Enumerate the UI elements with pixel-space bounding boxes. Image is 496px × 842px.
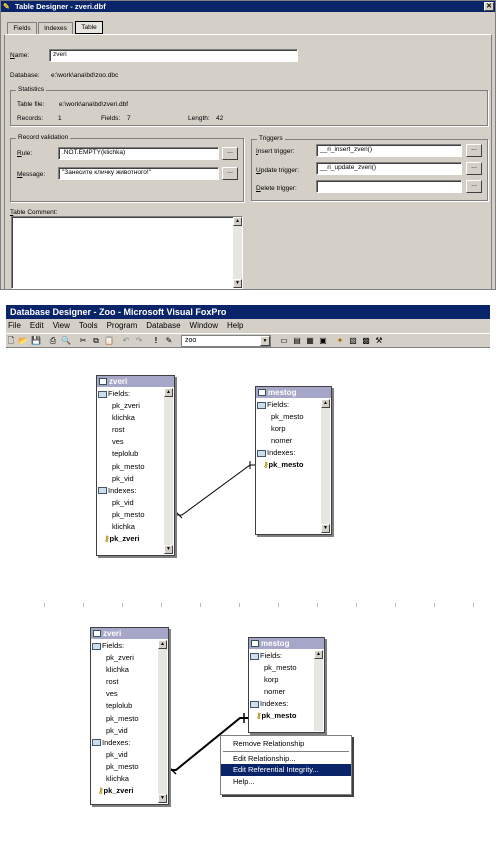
zveri-fields-label: Fields: — [102, 641, 125, 650]
mestog-table-rows: Fields: pk_mesto korp nomer Indexes: ⚷pk… — [250, 650, 313, 723]
mestog-indexes-label: Indexes: — [260, 699, 289, 709]
fields-icon — [250, 652, 259, 660]
list-item[interactable]: ves — [92, 688, 157, 700]
indexes-icon — [92, 739, 101, 747]
list-item[interactable]: klichka — [92, 664, 157, 676]
list-item[interactable]: klichka — [92, 773, 157, 785]
list-item[interactable]: pk_mesto — [92, 713, 157, 725]
zveri-table[interactable]: zveri Fields: pk_zveri klichka rost ves … — [90, 627, 169, 805]
primary-key-item[interactable]: ⚷pk_zveri — [92, 785, 157, 797]
zveri-table-name: zveri — [103, 629, 122, 638]
list-item[interactable]: nomer — [250, 686, 313, 698]
edit-relationship-item[interactable]: Edit Relationship... — [221, 753, 351, 765]
mestog-primary-key: pk_mesto — [261, 711, 297, 721]
scroll-up-icon[interactable]: ▲ — [158, 640, 167, 649]
mestog-fields-label: Fields: — [260, 651, 283, 660]
fields-icon — [92, 642, 101, 650]
mestog-table-header[interactable]: mestog — [249, 638, 324, 649]
scroll-up-icon[interactable]: ▲ — [314, 650, 323, 659]
table-icon — [93, 630, 101, 637]
menu-separator — [223, 750, 349, 752]
remove-relationship-item[interactable]: Remove Relationship — [221, 738, 351, 750]
list-item[interactable]: pk_vid — [92, 725, 157, 737]
mestog-scrollbar[interactable]: ▲ — [314, 650, 323, 731]
help-item[interactable]: Help... — [221, 776, 351, 788]
edit-referential-integrity-item[interactable]: Edit Referential Integrity... — [221, 764, 351, 776]
scroll-down-icon[interactable]: ▼ — [158, 794, 167, 803]
mestog-indexes-header: Indexes: — [250, 698, 313, 710]
zveri-primary-key: pk_zveri — [103, 786, 134, 796]
mestog-table[interactable]: mestog Fields: pk_mesto korp nomer Index… — [248, 637, 325, 733]
context-menu: Remove Relationship Edit Relationship...… — [220, 735, 352, 795]
list-item[interactable]: teplolub — [92, 700, 157, 712]
mestog-fields-header: Fields: — [250, 650, 313, 662]
list-item[interactable]: pk_mesto — [250, 662, 313, 674]
zveri-table-rows: Fields: pk_zveri klichka rost ves teplol… — [92, 640, 157, 797]
zveri-indexes-label: Indexes: — [102, 737, 131, 747]
zveri-indexes-header: Indexes: — [92, 737, 157, 749]
mestog-table-name: mestog — [261, 639, 290, 648]
list-item[interactable]: pk_mesto — [92, 761, 157, 773]
table-icon — [251, 640, 259, 647]
zveri-scrollbar[interactable]: ▲ ▼ — [158, 640, 167, 803]
indexes-icon — [250, 700, 259, 708]
list-item[interactable]: korp — [250, 674, 313, 686]
list-item[interactable]: pk_zveri — [92, 652, 157, 664]
list-item[interactable]: pk_vid — [92, 749, 157, 761]
primary-key-item[interactable]: ⚷pk_mesto — [250, 710, 313, 722]
zveri-table-header[interactable]: zveri — [91, 628, 168, 639]
list-item[interactable]: rost — [92, 676, 157, 688]
zveri-fields-header: Fields: — [92, 640, 157, 652]
